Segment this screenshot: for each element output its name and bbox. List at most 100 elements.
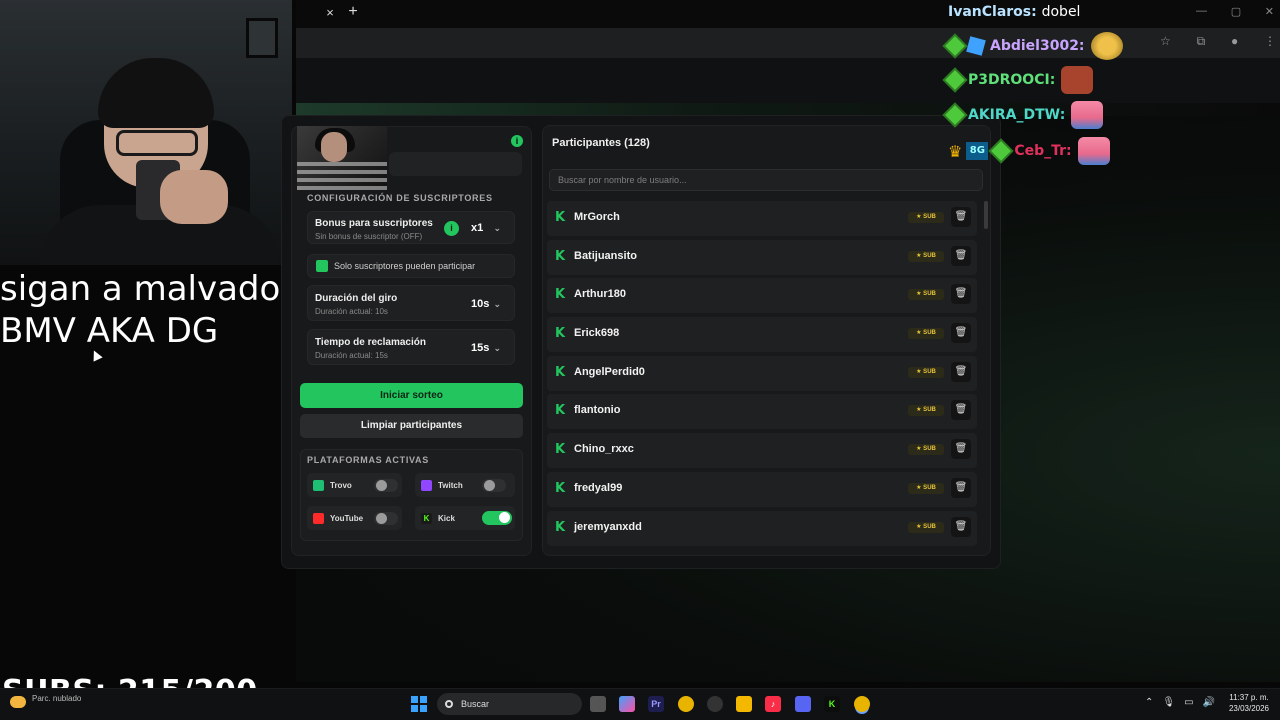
participant-row[interactable]: Kjeremyanxdd ★ SUB 🗑 xyxy=(547,510,977,546)
participant-row[interactable]: Kflantonio ★ SUB 🗑 xyxy=(547,394,977,430)
platform-kick-toggle[interactable] xyxy=(482,511,512,525)
platform-youtube-label: YouTube xyxy=(330,513,364,523)
subscriber-config-title: CONFIGURACIÓN DE SUSCRIPTORES xyxy=(307,193,493,203)
file-explorer-icon[interactable] xyxy=(736,696,752,712)
task-view-icon[interactable] xyxy=(590,696,606,712)
bonus-info-icon[interactable]: i xyxy=(444,221,459,236)
weather-text: Parc. nublado xyxy=(32,694,82,703)
sub-badge: ★ SUB xyxy=(908,328,944,340)
chevron-down-icon: ⌄ xyxy=(493,298,501,309)
new-tab-button[interactable]: + xyxy=(345,3,361,21)
cube-badge-icon xyxy=(966,36,986,56)
microphone-icon[interactable]: 🎙 xyxy=(1162,697,1175,711)
claim-time-title: Tiempo de reclamación xyxy=(315,337,426,348)
taskbar-clock[interactable]: 11:37 p. m. 23/03/2026 xyxy=(1218,692,1280,714)
platform-trovo: Trovo xyxy=(307,473,402,497)
chrome-active-icon[interactable] xyxy=(854,696,870,712)
premiere-pro-icon[interactable]: Pr xyxy=(648,696,664,712)
start-giveaway-button[interactable]: Iniciar sorteo xyxy=(300,383,523,408)
trash-icon[interactable]: 🗑 xyxy=(951,245,971,266)
active-platforms-title: PLATAFORMAS ACTIVAS xyxy=(307,455,429,465)
overlay-line-2: BMV AKA DG xyxy=(0,311,219,351)
kick-app-icon[interactable]: K xyxy=(824,696,840,712)
windows-taskbar xyxy=(0,688,1280,720)
kick-icon: K xyxy=(555,403,566,419)
kick-icon: K xyxy=(555,287,566,303)
participant-name: flantonio xyxy=(574,404,621,417)
participant-name: Arthur180 xyxy=(574,288,626,301)
display-icon[interactable]: ▭ xyxy=(1184,697,1193,711)
participant-row[interactable]: K Batijuansito ★ SUB 🗑 xyxy=(547,239,977,275)
trash-icon[interactable]: 🗑 xyxy=(951,361,971,382)
emote-icon xyxy=(1090,32,1123,60)
participant-name: MrGorch xyxy=(574,211,620,223)
participant-name: jeremyanxdd xyxy=(574,520,642,533)
clock-time: 11:37 p. m. xyxy=(1229,693,1269,702)
webcam-feed xyxy=(0,0,292,265)
discord-icon[interactable] xyxy=(795,696,811,712)
weather-widget[interactable]: Parc. nublado xyxy=(10,694,100,714)
subscriber-bonus-card: Bonus para suscriptores Sin bonus de sus… xyxy=(307,211,515,244)
kick-icon: K xyxy=(555,519,566,535)
participant-row[interactable]: K Erick698 ★ SUB 🗑 xyxy=(547,317,977,353)
chat-text: dobel xyxy=(1041,4,1081,20)
sub-badge: ★ SUB xyxy=(908,405,944,417)
platform-youtube-toggle[interactable] xyxy=(374,511,398,525)
chat-username: Abdiel3002: xyxy=(990,38,1085,54)
trash-icon[interactable]: 🗑 xyxy=(951,516,971,537)
participant-row[interactable]: K Chino_rxxc ★ SUB 🗑 xyxy=(547,433,977,469)
chevron-down-icon: ⌄ xyxy=(493,222,501,233)
spin-duration-select[interactable]: 10s ⌄ xyxy=(465,294,507,314)
trash-icon[interactable]: 🗑 xyxy=(951,477,971,498)
bonus-multiplier-select[interactable]: x1 ⌄ xyxy=(465,218,507,238)
chat-message: P3DROOCI: xyxy=(945,66,1094,94)
bonus-subtitle: Sin bonus de suscriptor (OFF) xyxy=(315,232,423,241)
overlay-line-1: sigan a malvado: xyxy=(0,269,292,309)
music-icon[interactable]: ♪ xyxy=(765,696,781,712)
chat-username: IvanClaros: xyxy=(948,4,1037,20)
participant-row[interactable]: K MrGorch ★ SUB 🗑 xyxy=(547,201,977,236)
participant-row[interactable]: K Arthur180 ★ SUB 🗑 xyxy=(547,278,977,314)
trash-icon[interactable]: 🗑 xyxy=(951,284,971,305)
participants-scrollbar[interactable] xyxy=(984,201,988,229)
taskbar-search-box[interactable]: Buscar xyxy=(437,693,582,715)
trash-icon[interactable]: 🗑 xyxy=(951,207,971,227)
status-info-icon[interactable]: i xyxy=(511,135,523,147)
volume-icon[interactable]: 🔊 xyxy=(1203,697,1215,711)
platform-trovo-toggle[interactable] xyxy=(374,478,398,492)
tab-close-icon[interactable]: × xyxy=(322,5,338,21)
subs-only-option[interactable]: Solo suscriptores pueden participar xyxy=(307,254,515,278)
app-icon[interactable] xyxy=(707,696,723,712)
chat-username: Ceb_Tr: xyxy=(1014,143,1072,159)
kick-icon: K xyxy=(555,210,566,225)
gem-badge-icon xyxy=(945,105,965,125)
chevron-up-icon[interactable]: ⌃ xyxy=(1145,697,1153,711)
copilot-icon[interactable] xyxy=(619,696,635,712)
platform-twitch-toggle[interactable] xyxy=(482,478,506,492)
chrome-icon[interactable] xyxy=(678,696,694,712)
kick-icon: K xyxy=(555,326,566,342)
subs-only-label: Solo suscriptores pueden participar xyxy=(334,261,476,271)
twitch-icon xyxy=(421,479,432,491)
emote-icon xyxy=(1061,66,1094,94)
participant-name: fredyal99 xyxy=(574,481,623,494)
emote-icon xyxy=(1071,101,1104,129)
youtube-icon xyxy=(313,512,324,524)
taskbar-search-label: Buscar xyxy=(461,699,490,709)
giveaway-title-field[interactable] xyxy=(389,152,522,176)
trash-icon[interactable]: 🗑 xyxy=(951,323,971,344)
subs-only-checkbox[interactable] xyxy=(316,260,328,272)
participant-row[interactable]: Kfredyal99 ★ SUB 🗑 xyxy=(547,471,977,507)
trash-icon[interactable]: 🗑 xyxy=(951,400,971,421)
participant-row[interactable]: K AngelPerdid0 ★ SUB 🗑 xyxy=(547,355,977,391)
clear-participants-button[interactable]: Limpiar participantes xyxy=(300,414,523,438)
participant-search-input[interactable] xyxy=(549,169,983,191)
platform-trovo-label: Trovo xyxy=(330,480,352,490)
claim-time-card: Tiempo de reclamación Duración actual: 1… xyxy=(307,329,515,365)
claim-time-select[interactable]: 15s ⌄ xyxy=(465,338,507,358)
trash-icon[interactable]: 🗑 xyxy=(951,439,971,460)
clock-date: 23/03/2026 xyxy=(1228,704,1270,713)
windows-start-icon[interactable] xyxy=(411,696,427,712)
chat-message: Abdiel3002: xyxy=(945,32,1123,60)
kick-icon: K xyxy=(421,512,432,524)
